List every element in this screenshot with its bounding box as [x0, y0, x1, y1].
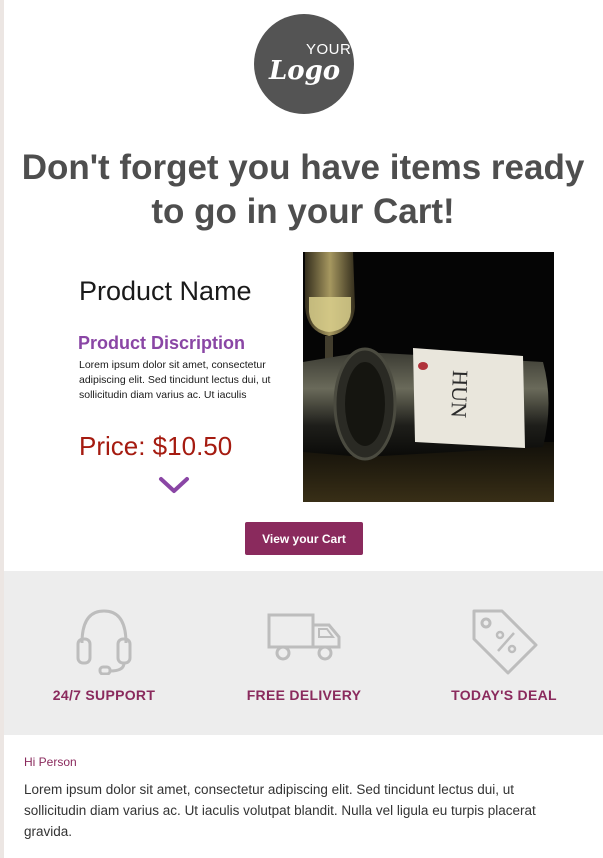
chevron-down-icon[interactable] [158, 475, 190, 495]
product-description-title: Product Discription [78, 333, 246, 353]
greeting: Hi Person [24, 755, 77, 769]
logo-word: Logo [269, 56, 341, 86]
features-band: 24/7 SUPPORT FREE DELIVERY TODAY'S DEAL [4, 571, 603, 735]
wine-bottle-illustration: HUN [303, 252, 554, 502]
feature-support-label: 24/7 SUPPORT [52, 687, 156, 703]
delivery-truck-icon [267, 613, 341, 661]
feature-delivery[interactable]: FREE DELIVERY [204, 571, 404, 735]
feature-deal-label: TODAY'S DEAL [451, 687, 557, 703]
message-body: Lorem ipsum dolor sit amet, consectetur … [24, 782, 536, 839]
product-name: Product Name [79, 276, 252, 306]
product-image[interactable]: HUN [303, 252, 554, 502]
view-cart-button[interactable]: View your Cart [245, 522, 363, 555]
feature-support[interactable]: 24/7 SUPPORT [4, 571, 204, 735]
headset-icon [76, 609, 132, 675]
product-price: Price: $10.50 [79, 431, 233, 461]
price-tag-icon [472, 609, 538, 675]
brand-logo[interactable]: YOUR Logo [254, 14, 354, 114]
bottle-label-text: HUN [446, 370, 473, 419]
feature-deal[interactable]: TODAY'S DEAL [404, 571, 603, 735]
feature-delivery-label: FREE DELIVERY [246, 687, 362, 703]
product-description: Lorem ipsum dolor sit amet, consectetur … [79, 359, 271, 401]
page-headline: Don't forget you have items ready to go … [21, 148, 585, 231]
